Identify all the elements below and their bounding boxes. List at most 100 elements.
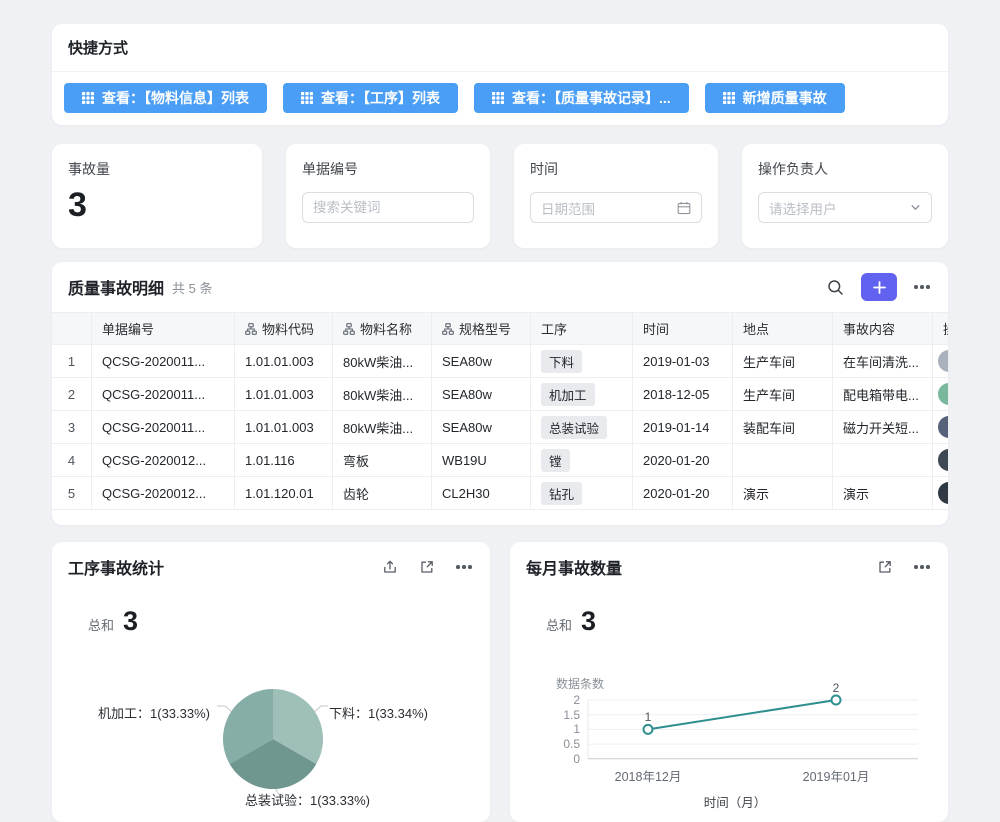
cell-place: 装配车间 [733, 411, 833, 444]
col-label: 事故内容 [843, 319, 895, 338]
pie-chart [218, 684, 328, 794]
accident-count-label: 事故量 [68, 159, 246, 179]
export-chart-button[interactable] [380, 557, 400, 577]
col-label: 时间 [643, 319, 669, 338]
button-label: 新增质量事故 [743, 88, 827, 108]
link-field-icon [245, 323, 257, 335]
view-process-list-button[interactable]: 查看：【工序】列表 [283, 83, 458, 113]
cell-material-code: 1.01.116 [235, 444, 333, 477]
col-label: 物料名称 [360, 319, 412, 338]
cell-operator [933, 477, 948, 510]
pie-chart-title: 工序事故统计 [68, 555, 164, 579]
date-range-input[interactable]: 日期范围 [530, 192, 702, 223]
accident-detail-table-card: 质量事故明细 共 5 条 单据编号 物料代码 物料名称 [52, 262, 948, 525]
shortcut-buttons-row: 查看：【物料信息】列表 查看：【工序】列表 查看：【质量事故记录】... 新增质… [52, 72, 948, 124]
cell-content: 磁力开关短... [833, 411, 933, 444]
col-label: 工序 [541, 319, 567, 338]
table-more-button[interactable] [912, 283, 932, 291]
search-icon [827, 279, 844, 296]
table-row[interactable]: 3 QCSG-2020011... 1.01.01.003 80kW柴油... … [52, 411, 948, 444]
operator-label: 操作负责人 [758, 159, 932, 179]
table-row[interactable]: 2 QCSG-2020011... 1.01.01.003 80kW柴油... … [52, 378, 948, 411]
line-more-button[interactable] [912, 563, 932, 571]
button-label: 查看：【工序】列表 [321, 88, 440, 108]
col-label: 操作负责人 [943, 319, 948, 338]
cell-content: 演示 [833, 477, 933, 510]
x-axis-title: 时间（月） [690, 792, 780, 811]
process-accident-stats-card: 工序事故统计 总和 3 机加工：1(33.33%) 下料：1(33.34%) 总… [52, 542, 490, 822]
open-chart-button[interactable] [875, 557, 895, 577]
doc-no-label: 单据编号 [302, 159, 474, 179]
export-icon [382, 559, 398, 575]
cell-process: 机加工 [531, 378, 633, 411]
col-time: 时间 [633, 312, 733, 345]
cell-spec: WB19U [432, 444, 531, 477]
cell-material-name: 齿轮 [333, 477, 432, 510]
cell-time: 2019-01-14 [633, 411, 733, 444]
view-quality-records-button[interactable]: 查看：【质量事故记录】... [474, 83, 689, 113]
point-value-label: 1 [640, 710, 656, 724]
monthly-accident-count-card: 每月事故数量 总和 3 数据条数 2 1.5 1 0.5 0 1 2 [510, 542, 948, 822]
grid-icon [301, 92, 313, 104]
pie-total-value: 3 [123, 606, 138, 637]
line-total-value: 3 [581, 606, 596, 637]
calendar-icon [677, 201, 691, 215]
grid-icon [723, 92, 735, 104]
col-label: 规格型号 [459, 319, 511, 338]
cell-material-code: 1.01.01.003 [235, 411, 333, 444]
more-icon [914, 285, 930, 289]
data-point-1 [644, 725, 653, 734]
cell-material-name: 80kW柴油... [333, 378, 432, 411]
cell-doc-no: QCSG-2020011... [92, 378, 235, 411]
cell-material-name: 80kW柴油... [333, 411, 432, 444]
point-value-label: 2 [828, 681, 844, 695]
cell-material-code: 1.01.01.003 [235, 345, 333, 378]
table-count: 共 5 条 [172, 278, 212, 297]
col-place: 地点 [733, 312, 833, 345]
col-label: 地点 [743, 319, 769, 338]
grid-icon [492, 92, 504, 104]
col-label: 物料代码 [262, 319, 314, 338]
cell-process: 镗 [531, 444, 633, 477]
table-row[interactable]: 5 QCSG-2020012... 1.01.120.01 齿轮 CL2H30 … [52, 477, 948, 510]
col-process: 工序 [531, 312, 633, 345]
time-label: 时间 [530, 159, 702, 179]
x-tick: 2018年12月 [603, 766, 693, 785]
cell-time: 2019-01-03 [633, 345, 733, 378]
open-chart-button[interactable] [417, 557, 437, 577]
more-icon [456, 565, 472, 569]
cell-place: 生产车间 [733, 378, 833, 411]
cell-operator [933, 411, 948, 444]
process-tag: 镗 [541, 449, 570, 472]
col-material-code: 物料代码 [235, 312, 333, 345]
table-row[interactable]: 4 QCSG-2020012... 1.01.116 弯板 WB19U 镗 20… [52, 444, 948, 477]
user-select[interactable]: 请选择用户 [758, 192, 932, 223]
table-header-row: 单据编号 物料代码 物料名称 规格型号 工序 时间 地点 事故内容 操作负责人 [52, 312, 948, 345]
avatar [938, 416, 948, 438]
process-tag: 下料 [541, 350, 582, 373]
avatar [938, 449, 948, 471]
button-label: 查看：【质量事故记录】... [512, 88, 671, 108]
pie-more-button[interactable] [454, 563, 474, 571]
button-label: 查看：【物料信息】列表 [102, 88, 249, 108]
cell-material-code: 1.01.01.003 [235, 378, 333, 411]
add-quality-accident-button[interactable]: 新增质量事故 [705, 83, 845, 113]
cell-operator [933, 378, 948, 411]
col-operator: 操作负责人 [933, 312, 948, 345]
doc-no-search-input[interactable] [302, 192, 474, 223]
cell-process: 总装试验 [531, 411, 633, 444]
operator-filter-card: 操作负责人 请选择用户 [742, 144, 948, 248]
table-search-button[interactable] [825, 277, 846, 298]
doc-no-filter-card: 单据编号 [286, 144, 490, 248]
shortcuts-title: 快捷方式 [52, 24, 948, 72]
time-filter-card: 时间 日期范围 [514, 144, 718, 248]
cell-spec: CL2H30 [432, 477, 531, 510]
table-row[interactable]: 1 QCSG-2020011... 1.01.01.003 80kW柴油... … [52, 345, 948, 378]
row-index: 2 [52, 378, 92, 411]
cell-doc-no: QCSG-2020012... [92, 444, 235, 477]
cell-operator [933, 444, 948, 477]
cell-operator [933, 345, 948, 378]
view-material-list-button[interactable]: 查看：【物料信息】列表 [64, 83, 267, 113]
cell-doc-no: QCSG-2020012... [92, 477, 235, 510]
add-record-button[interactable] [861, 273, 897, 301]
